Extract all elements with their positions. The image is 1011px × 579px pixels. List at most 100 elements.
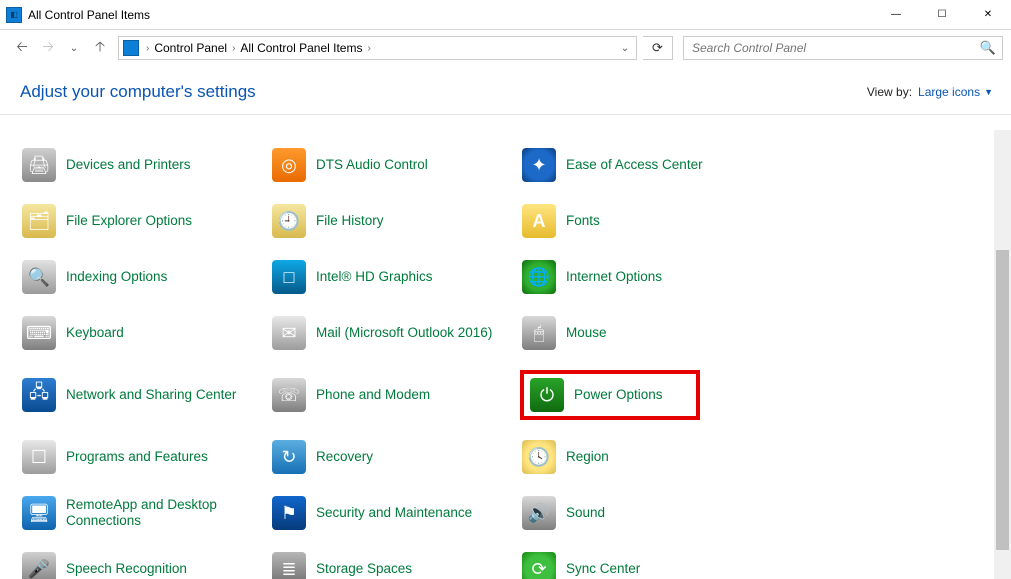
mouse-icon: 🖱 xyxy=(522,316,556,350)
item-programs-and-features[interactable]: ☐ Programs and Features xyxy=(20,438,250,476)
item-file-explorer-options[interactable]: 🗂 File Explorer Options xyxy=(20,202,250,240)
intel-hd-graphics-icon: □ xyxy=(272,260,306,294)
security-maintenance-icon: ⚑ xyxy=(272,496,306,530)
item-label: Recovery xyxy=(316,449,373,465)
path-icon xyxy=(123,40,139,56)
item-mail[interactable]: ✉ Mail (Microsoft Outlook 2016) xyxy=(270,314,500,352)
viewby-selector: View by: Large icons ▼ xyxy=(867,85,993,99)
forward-button[interactable]: 🡢 xyxy=(36,36,60,60)
item-label: Fonts xyxy=(566,213,600,229)
item-speech-recognition[interactable]: 🎤 Speech Recognition xyxy=(20,550,250,579)
item-indexing-options[interactable]: 🔍 Indexing Options xyxy=(20,258,250,296)
recent-locations-dropdown[interactable]: ⌄ xyxy=(62,36,86,60)
region-icon: 🕓 xyxy=(522,440,556,474)
item-label: Power Options xyxy=(574,387,663,403)
item-sound[interactable]: 🔊 Sound xyxy=(520,494,750,532)
item-remoteapp[interactable]: 🖥 RemoteApp and Desktop Connections xyxy=(20,494,250,532)
item-dts-audio-control[interactable]: ◎ DTS Audio Control xyxy=(270,146,500,184)
file-history-icon: 🕘 xyxy=(272,204,306,238)
breadcrumb-leaf[interactable]: All Control Panel Items xyxy=(240,41,362,55)
scrollbar-thumb[interactable] xyxy=(996,250,1009,550)
item-label: File Explorer Options xyxy=(66,213,192,229)
vertical-scrollbar[interactable] xyxy=(994,130,1011,579)
item-label: Programs and Features xyxy=(66,449,208,465)
item-label: Ease of Access Center xyxy=(566,157,703,173)
dts-audio-icon: ◎ xyxy=(272,148,306,182)
item-intel-hd-graphics[interactable]: □ Intel® HD Graphics xyxy=(270,258,500,296)
item-label: Indexing Options xyxy=(66,269,167,285)
item-devices-and-printers[interactable]: 🖨 Devices and Printers xyxy=(20,146,250,184)
fonts-icon: A xyxy=(522,204,556,238)
ease-of-access-icon: ✦ xyxy=(522,148,556,182)
chevron-down-icon: ▼ xyxy=(984,87,993,97)
window-controls: — ☐ ✕ xyxy=(873,0,1011,30)
item-internet-options[interactable]: 🌐 Internet Options xyxy=(520,258,750,296)
item-region[interactable]: 🕓 Region xyxy=(520,438,750,476)
item-fonts[interactable]: A Fonts xyxy=(520,202,750,240)
item-label: Internet Options xyxy=(566,269,662,285)
item-security-and-maintenance[interactable]: ⚑ Security and Maintenance xyxy=(270,494,500,532)
item-label: Mail (Microsoft Outlook 2016) xyxy=(316,325,492,341)
mail-icon: ✉ xyxy=(272,316,306,350)
search-icon[interactable]: 🔍 xyxy=(980,40,996,56)
address-bar[interactable]: › Control Panel › All Control Panel Item… xyxy=(118,36,637,60)
close-button[interactable]: ✕ xyxy=(965,0,1011,30)
recovery-icon: ↻ xyxy=(272,440,306,474)
refresh-button[interactable]: ⟳ xyxy=(643,36,673,60)
viewby-value-dropdown[interactable]: Large icons ▼ xyxy=(918,85,993,99)
up-button[interactable]: 🡡 xyxy=(88,36,112,60)
remoteapp-icon: 🖥 xyxy=(22,496,56,530)
search-input[interactable] xyxy=(690,40,980,56)
item-label: Storage Spaces xyxy=(316,561,412,577)
speech-recognition-icon: 🎤 xyxy=(22,552,56,579)
phone-modem-icon: ☏ xyxy=(272,378,306,412)
item-network-and-sharing-center[interactable]: 🖧 Network and Sharing Center xyxy=(20,370,250,420)
item-phone-and-modem[interactable]: ☏ Phone and Modem xyxy=(270,370,500,420)
viewby-value-text: Large icons xyxy=(918,85,980,99)
subheader: Adjust your computer's settings View by:… xyxy=(0,66,1011,115)
sound-icon: 🔊 xyxy=(522,496,556,530)
window-title: All Control Panel Items xyxy=(28,8,150,22)
devices-and-printers-icon: 🖨 xyxy=(22,148,56,182)
maximize-button[interactable]: ☐ xyxy=(919,0,965,30)
navigation-row: 🡠 🡢 ⌄ 🡡 › Control Panel › All Control Pa… xyxy=(0,30,1011,66)
chevron-right-icon[interactable]: › xyxy=(227,43,240,54)
breadcrumb-root[interactable]: Control Panel xyxy=(154,41,227,55)
item-ease-of-access-center[interactable]: ✦ Ease of Access Center xyxy=(520,146,750,184)
item-keyboard[interactable]: ⌨ Keyboard xyxy=(20,314,250,352)
item-label: RemoteApp and Desktop Connections xyxy=(66,497,248,529)
minimize-button[interactable]: — xyxy=(873,0,919,30)
item-storage-spaces[interactable]: ≣ Storage Spaces xyxy=(270,550,500,579)
search-box[interactable]: 🔍 xyxy=(683,36,1003,60)
power-options-icon: ⏻ xyxy=(530,378,564,412)
content-area: 🖨 Devices and Printers ◎ DTS Audio Contr… xyxy=(0,130,1011,579)
item-recovery[interactable]: ↻ Recovery xyxy=(270,438,500,476)
control-panel-app-icon: ◧ xyxy=(6,7,22,23)
storage-spaces-icon: ≣ xyxy=(272,552,306,579)
item-sync-center[interactable]: ⟳ Sync Center xyxy=(520,550,750,579)
back-button[interactable]: 🡠 xyxy=(10,36,34,60)
viewby-label: View by: xyxy=(867,85,912,99)
item-label: Mouse xyxy=(566,325,607,341)
item-label: Network and Sharing Center xyxy=(66,387,236,403)
file-explorer-options-icon: 🗂 xyxy=(22,204,56,238)
item-label: Keyboard xyxy=(66,325,124,341)
item-label: Phone and Modem xyxy=(316,387,430,403)
chevron-right-icon[interactable]: › xyxy=(362,43,375,54)
internet-options-icon: 🌐 xyxy=(522,260,556,294)
item-label: Devices and Printers xyxy=(66,157,191,173)
item-file-history[interactable]: 🕘 File History xyxy=(270,202,500,240)
page-title: Adjust your computer's settings xyxy=(20,82,256,102)
titlebar: ◧ All Control Panel Items — ☐ ✕ xyxy=(0,0,1011,30)
item-mouse[interactable]: 🖱 Mouse xyxy=(520,314,750,352)
item-label: Region xyxy=(566,449,609,465)
keyboard-icon: ⌨ xyxy=(22,316,56,350)
chevron-right-icon[interactable]: › xyxy=(141,43,154,54)
item-label: DTS Audio Control xyxy=(316,157,428,173)
sync-center-icon: ⟳ xyxy=(522,552,556,579)
items-grid: 🖨 Devices and Printers ◎ DTS Audio Contr… xyxy=(0,130,1011,579)
item-power-options[interactable]: ⏻ Power Options xyxy=(520,370,700,420)
address-history-dropdown[interactable]: ⌄ xyxy=(614,43,636,54)
indexing-options-icon: 🔍 xyxy=(22,260,56,294)
network-icon: 🖧 xyxy=(22,378,56,412)
